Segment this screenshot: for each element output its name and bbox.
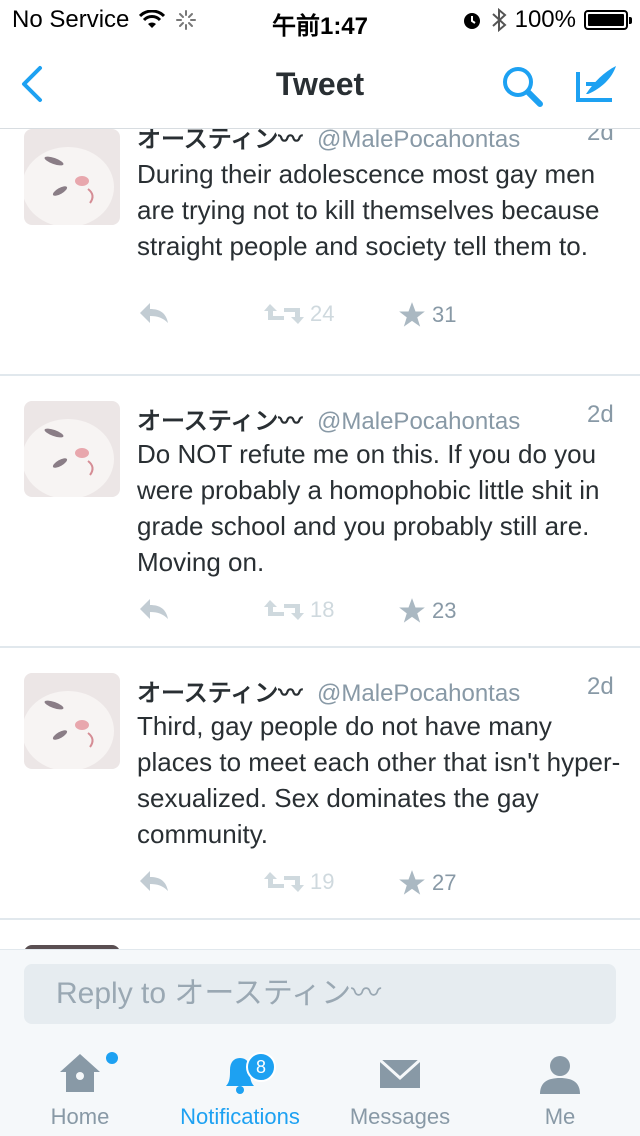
tab-me[interactable]: Me — [480, 1040, 640, 1136]
tweet-item[interactable]: オースティン〰︎ @MalePocahontas 2d Third, gay p… — [0, 649, 640, 920]
author-handle[interactable]: @MalePocahontas — [317, 408, 520, 435]
reply-button[interactable] — [138, 869, 170, 893]
like-button[interactable]: 27 — [398, 869, 456, 897]
home-unread-dot — [106, 1052, 118, 1064]
like-count: 31 — [432, 302, 457, 327]
author-handle[interactable]: @MalePocahontas — [317, 680, 520, 707]
avatar[interactable] — [24, 673, 120, 769]
navigation-bar: Tweet — [0, 40, 640, 129]
tweet-item[interactable] — [0, 921, 640, 949]
tweet-time: 2d — [587, 401, 614, 428]
reply-button[interactable] — [138, 301, 170, 325]
person-icon — [540, 1056, 580, 1094]
reply-icon — [140, 303, 168, 323]
envelope-icon — [378, 1058, 422, 1088]
tweet-header: オースティン〰︎ @MalePocahontas 2d — [137, 401, 614, 436]
like-button[interactable]: 23 — [398, 597, 456, 625]
retweet-count: 18 — [310, 597, 335, 622]
tab-label: Me — [544, 1104, 576, 1129]
author-name[interactable]: オースティン — [137, 680, 278, 707]
author-name[interactable]: オースティン — [137, 129, 278, 153]
compose-tweet-icon[interactable] — [572, 60, 620, 108]
tweet-text: Third, gay people do not have many place… — [137, 711, 621, 849]
wave-emoji-icon: 〰︎ — [278, 408, 303, 435]
reply-placeholder: Reply to オースティン — [56, 977, 352, 1010]
tab-messages[interactable]: Messages — [320, 1040, 480, 1136]
tab-bar: Home 8 Notifications Messages Me — [0, 1040, 640, 1136]
star-icon — [399, 302, 425, 327]
author-handle[interactable]: @MalePocahontas — [317, 129, 520, 153]
alarm-icon — [463, 13, 480, 29]
tab-home[interactable]: Home — [0, 1040, 160, 1136]
retweet-button[interactable]: 18 — [264, 597, 334, 623]
tab-label: Notifications — [180, 1104, 300, 1129]
reply-bar: Reply to オースティン〰︎ — [0, 949, 640, 1040]
tab-label: Messages — [349, 1104, 451, 1129]
tweet-time: 2d — [587, 673, 614, 700]
author-name[interactable]: オースティン — [137, 408, 278, 435]
star-icon — [399, 598, 425, 623]
retweet-icon — [264, 304, 304, 324]
bluetooth-icon — [491, 8, 507, 32]
retweet-count: 24 — [310, 301, 335, 326]
retweet-icon — [264, 872, 304, 892]
wave-emoji-icon: 〰︎ — [278, 680, 303, 707]
tweet-header: オースティン〰︎ @MalePocahontas 2d — [137, 129, 614, 154]
retweet-count: 19 — [310, 869, 335, 894]
reply-button[interactable] — [138, 597, 170, 621]
tab-label: Home — [50, 1104, 110, 1129]
wave-emoji-icon: 〰︎ — [351, 977, 382, 1010]
reply-icon — [140, 871, 168, 891]
retweet-icon — [264, 600, 304, 620]
tweet-item[interactable]: オースティン〰︎ @MalePocahontas 2d Do NOT refut… — [0, 377, 640, 648]
like-count: 23 — [432, 598, 457, 623]
tab-notifications[interactable]: 8 Notifications — [160, 1040, 320, 1136]
tweet-text: During their adolescence most gay men ar… — [137, 159, 600, 261]
tweet-header: オースティン〰︎ @MalePocahontas 2d — [137, 673, 614, 708]
status-bar: No Service 午前1:47 100% — [0, 0, 640, 40]
wave-emoji-icon: 〰︎ — [278, 129, 303, 153]
battery-percent: 100% — [514, 6, 576, 33]
notification-badge: 8 — [246, 1052, 276, 1082]
retweet-button[interactable]: 24 — [264, 301, 334, 327]
tweet-text: Do NOT refute me on this. If you do you … — [137, 439, 600, 577]
tweet-time: 2d — [587, 129, 614, 146]
retweet-button[interactable]: 19 — [264, 869, 334, 895]
tweet-item[interactable]: オースティン〰︎ @MalePocahontas 2d During their… — [0, 129, 640, 376]
avatar[interactable] — [24, 129, 120, 225]
reply-icon — [140, 599, 168, 619]
reply-input[interactable]: Reply to オースティン〰︎ — [24, 964, 616, 1024]
star-icon — [399, 870, 425, 895]
like-count: 27 — [432, 870, 457, 895]
home-icon — [60, 1054, 100, 1092]
avatar[interactable] — [24, 401, 120, 497]
like-button[interactable]: 31 — [398, 301, 456, 329]
battery-icon — [584, 10, 632, 30]
search-icon[interactable] — [498, 62, 546, 110]
tweet-list[interactable]: オースティン〰︎ @MalePocahontas 2d During their… — [0, 129, 640, 949]
